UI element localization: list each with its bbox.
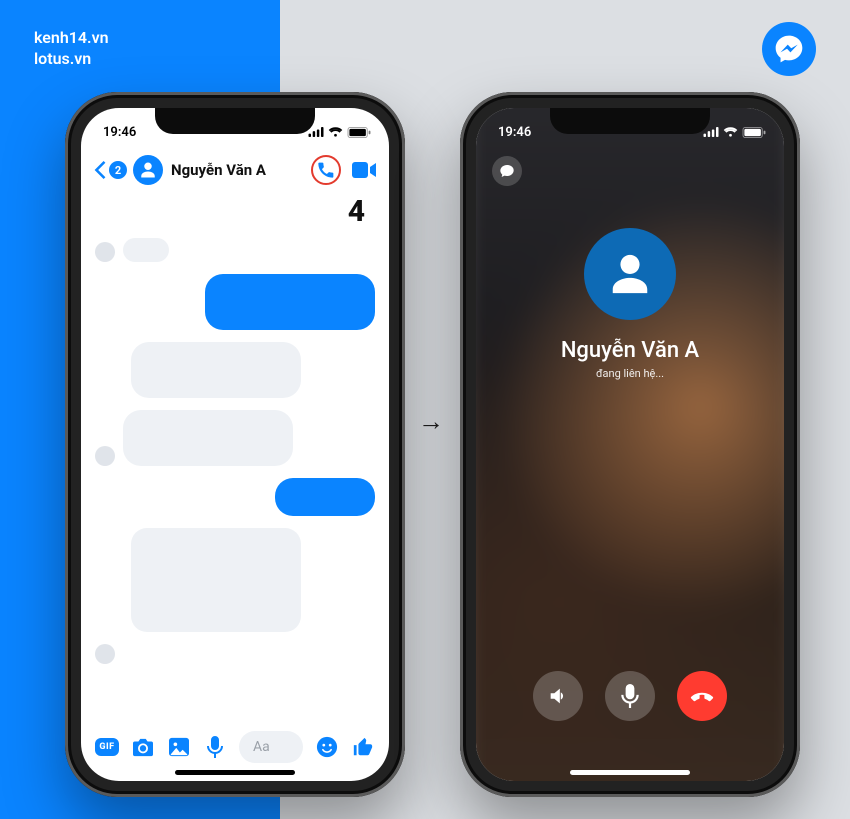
video-icon [352,162,376,178]
message-row [95,410,375,466]
status-time: 19:46 [103,125,136,140]
gif-button[interactable]: GIF [95,735,119,759]
watermark-line-1: kenh14.vn [34,28,109,49]
message-row [95,644,375,664]
emoji-button[interactable] [315,735,339,759]
voice-clip-button[interactable] [203,735,227,759]
phone-hangup-icon [689,683,715,709]
message-bubble-incoming [131,342,301,398]
speaker-icon [547,685,569,707]
camera-button[interactable] [131,735,155,759]
speaker-button[interactable] [533,671,583,721]
end-call-button[interactable] [677,671,727,721]
camera-icon [132,737,154,757]
messenger-logo [762,22,816,76]
mute-button[interactable] [605,671,655,721]
message-row [95,274,375,330]
message-avatar [95,644,115,664]
video-call-button[interactable] [351,157,377,183]
voice-call-button[interactable] [311,155,341,185]
watermark-line-2: lotus.vn [34,49,109,70]
gallery-button[interactable] [167,735,191,759]
notch [550,108,710,134]
image-icon [168,737,190,757]
signal-icon [703,127,719,137]
phone-right: 19:46 Nguyễn Văn A đang liên hệ... [460,92,800,797]
step-number: 4 [348,194,365,229]
like-button[interactable] [351,735,375,759]
battery-icon [742,127,766,138]
message-list[interactable] [81,238,389,676]
screen-call: 19:46 Nguyễn Văn A đang liên hệ... [476,108,784,781]
status-icons [308,127,371,138]
signal-icon [308,127,324,137]
message-row [95,238,375,262]
message-row [95,528,375,632]
arrow-right-icon: → [418,406,444,437]
message-bubble-incoming [123,238,169,262]
call-status-text: đang liên hệ... [596,367,664,380]
wifi-icon [723,127,738,138]
mic-icon [207,736,223,758]
call-controls [476,671,784,721]
home-indicator[interactable] [570,770,690,775]
notch [155,108,315,134]
mic-icon [621,684,639,708]
contact-avatar[interactable] [133,155,163,185]
unread-count-badge: 2 [109,161,127,179]
message-row [95,478,375,516]
message-bubble-incoming [123,410,293,466]
messenger-bolt-icon [773,33,805,65]
caller-avatar [584,228,676,320]
back-to-chat-button[interactable] [492,156,522,186]
message-bubble-outgoing [205,274,375,330]
chevron-left-icon [93,161,107,179]
message-avatar [95,446,115,466]
message-input[interactable]: Aa [239,731,303,763]
call-overlay: Nguyễn Văn A đang liên hệ... [476,108,784,781]
person-icon [139,161,157,179]
message-avatar [95,242,115,262]
message-bubble-outgoing [275,478,375,516]
person-icon [607,251,653,297]
back-button[interactable]: 2 [93,161,127,179]
home-indicator[interactable] [175,770,295,775]
status-icons [703,127,766,138]
chat-header: 2 Nguyễn Văn A [81,150,389,190]
caller-name: Nguyễn Văn A [561,338,699,363]
message-input-placeholder: Aa [253,739,270,755]
smile-icon [316,736,338,758]
status-time: 19:46 [498,125,531,140]
screen-chat: 19:46 2 Nguyễn Văn A [81,108,389,781]
phone-left: 19:46 2 Nguyễn Văn A [65,92,405,797]
battery-icon [347,127,371,138]
message-row [95,342,375,398]
wifi-icon [328,127,343,138]
gif-icon: GIF [95,738,118,756]
contact-name[interactable]: Nguyễn Văn A [171,161,305,179]
phone-icon [317,161,335,179]
message-bubble-incoming [131,528,301,632]
watermark: kenh14.vn lotus.vn [34,28,109,70]
chat-bubble-icon [499,163,515,179]
thumbs-up-icon [352,736,374,758]
chat-toolbar: GIF Aa [81,727,389,767]
